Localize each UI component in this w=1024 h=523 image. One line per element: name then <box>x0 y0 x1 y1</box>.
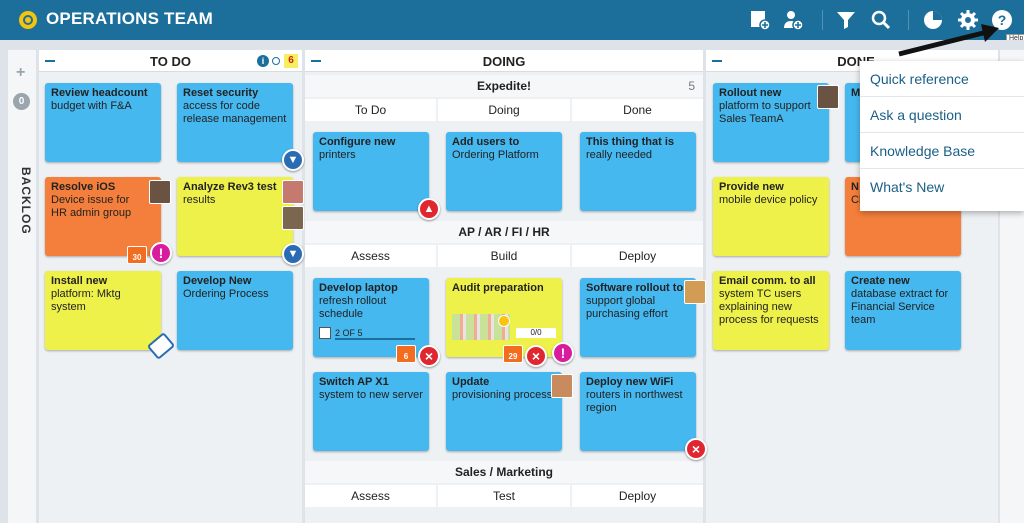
add-user-icon[interactable] <box>781 8 805 32</box>
wip-circle-icon <box>272 57 280 65</box>
card[interactable]: Update provisioning process <box>446 372 562 451</box>
avatar <box>282 206 304 230</box>
due-date-badge: 29 <box>503 345 523 363</box>
col-header: Assess <box>305 485 436 507</box>
todo-header: TO DO i 6 <box>39 50 302 72</box>
expedite-header: Expedite! 5 <box>305 75 703 97</box>
menu-item-quick-reference[interactable]: Quick reference <box>860 61 1024 97</box>
chevron-down-icon[interactable]: ▼ <box>282 243 304 265</box>
col-header: Test <box>438 485 570 507</box>
filter-icon[interactable] <box>834 8 858 32</box>
blocked-icon[interactable]: × <box>685 438 707 460</box>
due-date-badge: 30 <box>127 246 147 264</box>
priority-icon[interactable]: ! <box>552 342 574 364</box>
search-icon[interactable] <box>869 8 893 32</box>
avatar <box>149 180 171 204</box>
backlog-label: BACKLOG <box>19 167 33 235</box>
add-backlog-icon[interactable]: + <box>16 64 25 82</box>
card[interactable]: Create new database extract for Financial… <box>845 271 961 350</box>
progress-text: 0/0 <box>516 328 556 338</box>
col-header: Deploy <box>572 485 703 507</box>
card[interactable]: Provide new mobile device policy <box>713 177 829 256</box>
app-title: OPERATIONS TEAM <box>46 9 214 28</box>
arrow-icon <box>898 24 999 57</box>
top-bar: OPERATIONS TEAM ? <box>0 0 1024 40</box>
card[interactable]: This thing that is really needed <box>580 132 696 211</box>
avatar <box>684 280 706 304</box>
card[interactable]: Deploy new WiFi routers in northwest regi… <box>580 372 696 451</box>
card[interactable]: Rollout new platform to support Sales Tea… <box>713 83 829 162</box>
backlog-count: 0 <box>13 93 30 110</box>
chevron-down-icon[interactable]: ▼ <box>282 149 304 171</box>
blocked-icon[interactable]: × <box>525 345 547 367</box>
col-header: Assess <box>305 245 436 267</box>
card[interactable]: Switch AP X1 system to new server <box>313 372 429 451</box>
card[interactable]: Resolve iOS Device issue for HR admin gro… <box>45 177 161 256</box>
doing-header: DOING <box>305 50 703 72</box>
avatar <box>817 85 839 109</box>
menu-item-ask-question[interactable]: Ask a question <box>860 97 1024 133</box>
card[interactable]: Develop New Ordering Process <box>177 271 293 350</box>
menu-item-whats-new[interactable]: What's New <box>860 169 1024 205</box>
col-header: Deploy <box>572 245 703 267</box>
wip-count: 6 <box>284 54 298 68</box>
sales-marketing-header: Sales / Marketing <box>305 461 703 483</box>
col-header: Build <box>438 245 570 267</box>
chevron-up-icon[interactable]: ▲ <box>418 198 440 220</box>
add-card-icon[interactable] <box>748 8 772 32</box>
card[interactable]: Software rollout to support global purcha… <box>580 278 696 357</box>
card[interactable]: Reset security access for code release ma… <box>177 83 293 162</box>
lightbulb-icon <box>498 315 510 327</box>
card[interactable]: Review headcount budget with F&A <box>45 83 161 162</box>
avatar <box>551 374 573 398</box>
menu-item-knowledge-base[interactable]: Knowledge Base <box>860 133 1024 169</box>
blocked-icon[interactable]: × <box>418 345 440 367</box>
ap-ar-fi-hr-header: AP / AR / FI / HR <box>305 221 703 243</box>
card[interactable]: Configure new printers <box>313 132 429 211</box>
info-icon[interactable]: i <box>257 55 269 67</box>
card[interactable]: Email comm. to all system TC users explai… <box>713 271 829 350</box>
progress-bar <box>335 338 415 340</box>
toolbar-divider <box>822 10 823 30</box>
due-date-badge: 6 <box>396 345 416 363</box>
card[interactable]: Add users to Ordering Platform <box>446 132 562 211</box>
logo-icon <box>19 11 37 29</box>
card[interactable]: Analyze Rev3 test results <box>177 177 293 256</box>
col-header: Done <box>572 99 703 121</box>
help-menu: Quick reference Ask a question Knowledge… <box>860 61 1024 211</box>
col-header: To Do <box>305 99 436 121</box>
card[interactable]: Install new platform: Mktg system <box>45 271 161 350</box>
backlog-lane[interactable]: + 0 BACKLOG <box>8 50 36 523</box>
checklist-icon <box>319 327 331 339</box>
priority-icon[interactable]: ! <box>150 242 172 264</box>
col-header: Doing <box>438 99 570 121</box>
doing-title: DOING <box>482 54 526 69</box>
avatar <box>282 180 304 204</box>
